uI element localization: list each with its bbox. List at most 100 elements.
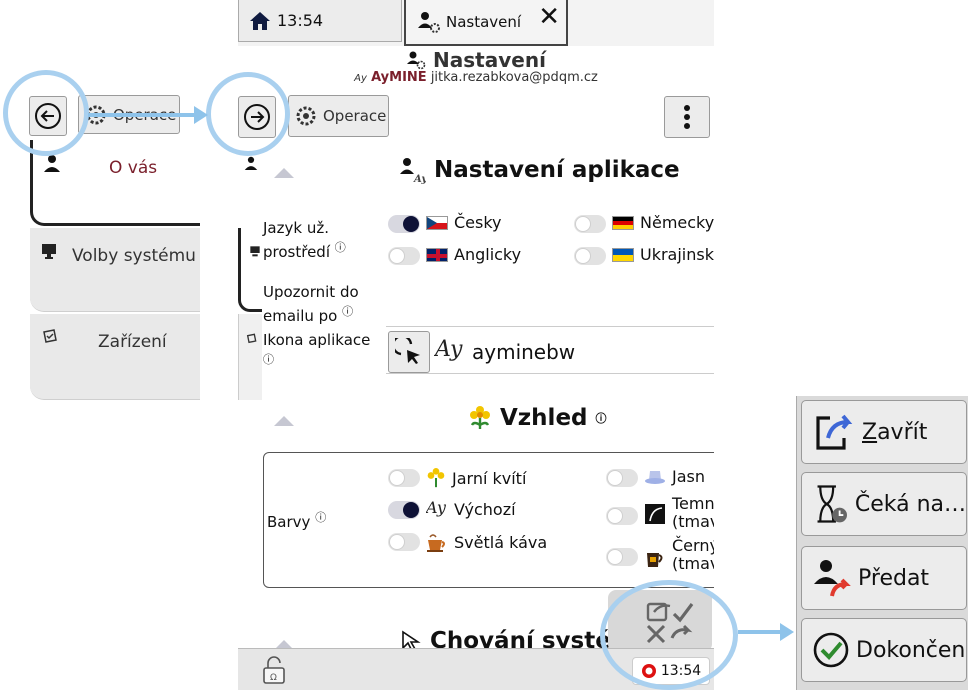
app-icon-label: Ikona aplikace ⓘ [263, 331, 371, 366]
unlock-icon[interactable]: Ω [260, 655, 288, 685]
user-icon [244, 156, 258, 170]
toggle-ukrajinsky[interactable] [574, 247, 606, 265]
flag-ua-icon [612, 247, 634, 262]
operations-label: Operace [323, 107, 387, 125]
device-check-icon [43, 329, 57, 343]
waiting-action-button[interactable]: Čeká na… [801, 472, 967, 536]
flag-uk-icon [426, 247, 448, 262]
exit-share-icon [816, 414, 853, 450]
coffee-cup-icon [427, 534, 445, 552]
toggle-jasny[interactable] [606, 469, 638, 487]
user-icon [44, 155, 60, 172]
option-jarni-kviti: Jarní kvítí [426, 467, 526, 489]
gear-icon [296, 106, 316, 126]
flower-icon [427, 468, 445, 488]
user-settings-icon [418, 12, 440, 33]
ghost-nav-edge [238, 228, 262, 312]
complete-action-label: Dokončen [856, 637, 966, 663]
option-jasny: Jasn [644, 467, 705, 486]
kebab-dot-icon [684, 105, 690, 111]
toggle-vychozi[interactable] [388, 501, 420, 519]
svg-text:Ay: Ay [413, 174, 426, 184]
icon-picker-button[interactable] [388, 331, 430, 373]
colors-label: Barvy ⓘ [267, 511, 327, 531]
app-name: AyMINE [371, 70, 427, 85]
section-title-appearance: Vzhled ⓘ [468, 405, 607, 431]
more-menu-button[interactable] [664, 96, 710, 138]
monitor-icon [250, 246, 260, 257]
option-cesky: Česky [426, 213, 502, 232]
section-title-app-settings: Ay Nastavení aplikace [398, 156, 680, 184]
nav-item-volby-systemu[interactable]: Volby systému [30, 228, 200, 312]
collapse-appearance-icon[interactable] [274, 416, 294, 426]
option-vychozi: Ay Výchozí [426, 497, 516, 521]
flag-cz-icon [426, 215, 448, 230]
info-icon[interactable]: ⓘ [596, 410, 607, 426]
hat-icon [645, 470, 665, 484]
language-label: Jazyk už. prostředí ⓘ [263, 219, 346, 261]
info-icon[interactable]: ⓘ [263, 353, 274, 366]
header-clock: 13:54 [277, 11, 324, 30]
option-temny: Temn (tmav [644, 495, 714, 531]
dark-theme-icon [645, 504, 665, 524]
toggle-cesky[interactable] [388, 215, 420, 233]
close-action-button[interactable]: Zavřít [801, 400, 967, 464]
kebab-dot-icon [684, 114, 690, 120]
cursor-select-icon [395, 338, 420, 364]
nav-item-label: Zařízení [98, 332, 167, 352]
highlight-circle-fab [600, 580, 738, 690]
svg-text:Ω: Ω [270, 673, 277, 683]
user-forward-icon [814, 560, 851, 597]
nav-item-zarizeni[interactable]: Zařízení [30, 314, 200, 400]
toggle-anglicky[interactable] [388, 247, 420, 265]
toggle-nemecky[interactable] [574, 215, 606, 233]
option-svetla-kava: Světlá káva [426, 531, 547, 553]
hourglass-clock-icon [817, 485, 848, 523]
toggle-temny[interactable] [606, 507, 638, 525]
email-notify-label: Upozornit do emailu po ⓘ [263, 283, 359, 325]
arrow-head-icon [780, 623, 794, 641]
complete-action-button[interactable]: Dokončen [801, 618, 967, 682]
page-user-info: Ay AyMINE jitka.rezabkova@pdqm.cz [238, 70, 714, 85]
toggle-svetla-kava[interactable] [388, 533, 420, 551]
close-icon[interactable]: ✕ [538, 4, 560, 30]
tab-label: Nastavení [446, 13, 522, 31]
close-action-label: Zavřít [862, 419, 928, 445]
device-check-icon [246, 333, 257, 344]
monitor-icon [42, 244, 56, 259]
check-circle-icon [813, 632, 849, 668]
handover-action-button[interactable]: Předat [801, 546, 967, 610]
collapse-app-settings-icon[interactable] [274, 168, 294, 178]
toggle-jarni-kviti[interactable] [388, 469, 420, 487]
aymine-logo-icon: Ay [354, 73, 367, 84]
option-ukrajinsky: Ukrajinsk [612, 245, 714, 264]
svg-text:Ay: Ay [426, 498, 447, 517]
info-icon[interactable]: ⓘ [342, 305, 353, 318]
highlight-circle-back [3, 70, 89, 156]
arrow-connector [738, 630, 782, 634]
handover-action-label: Předat [858, 565, 930, 591]
app-icon-value: ayminebw [472, 340, 576, 364]
user-language-icon: Ay [400, 158, 426, 184]
page-title: Nastavení [238, 48, 714, 72]
info-icon[interactable]: ⓘ [315, 511, 326, 524]
highlight-circle-forward [206, 72, 290, 156]
flower-icon [470, 406, 490, 429]
home-tab[interactable]: 13:54 [238, 0, 402, 42]
tab-nastaveni[interactable]: Nastavení ✕ [404, 0, 568, 46]
option-nemecky: Německy [612, 213, 714, 232]
dark-coffee-icon [647, 553, 663, 567]
flag-de-icon [612, 215, 634, 230]
nav-item-label: Volby systému [72, 246, 196, 266]
option-cerny: Černý (tmav [644, 537, 714, 573]
arrow-connector [88, 113, 196, 117]
ghost-nav-edge [238, 314, 262, 400]
operations-button[interactable]: Operace [288, 95, 389, 137]
info-icon[interactable]: ⓘ [335, 241, 346, 254]
arrow-head-icon [194, 106, 208, 124]
toggle-cerny[interactable] [606, 548, 638, 566]
kebab-dot-icon [684, 123, 690, 129]
nav-item-label: O vás [109, 158, 158, 178]
waiting-action-label: Čeká na… [854, 491, 966, 517]
home-icon [250, 11, 270, 30]
